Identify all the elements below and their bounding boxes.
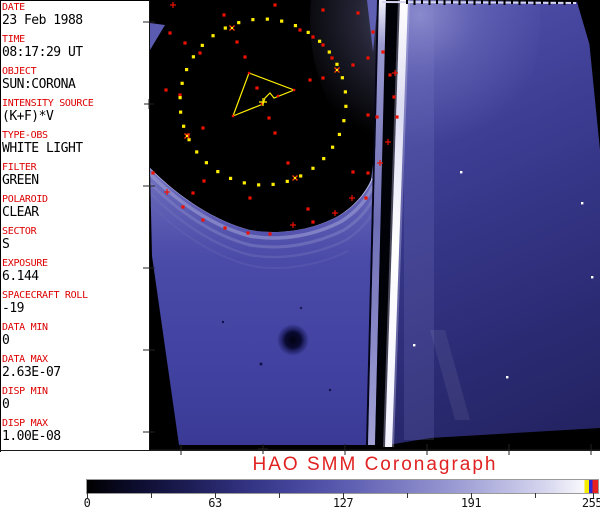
meta-item: DATA MIN 0 [2, 322, 148, 348]
meta-label: INTENSITY SOURCE [2, 98, 94, 109]
dust-blob [277, 324, 309, 356]
meta-item: DATA MAX 2.63E-07 [2, 354, 148, 380]
meta-item: DISP MAX 1.00E-08 [2, 418, 148, 444]
meta-value: CLEAR [2, 205, 39, 220]
meta-label: DATA MAX [2, 354, 48, 365]
image-title: HAO SMM Coronagraph [252, 454, 498, 475]
meta-item: POLAROID CLEAR [2, 194, 148, 220]
meta-label: TIME [2, 34, 25, 45]
meta-value: 6.144 [2, 269, 39, 284]
colorbar-label: 63 [208, 496, 222, 510]
colorbar-gradient [86, 479, 599, 494]
meta-label: TYPE-OBS [2, 130, 48, 141]
star [581, 202, 584, 205]
window-border-left [0, 0, 1, 452]
frame-top-edge [381, 1, 577, 4]
meta-label: DISP MAX [2, 418, 48, 429]
metadata-sidebar: DATE 23 Feb 1988 TIME 08:17:29 UT OBJECT SUN:… [2, 2, 148, 450]
meta-label: DATA MIN [2, 322, 48, 333]
meta-label: OBJECT [2, 66, 37, 77]
coronagraph-image [143, 0, 600, 455]
meta-item: DATE 23 Feb 1988 [2, 2, 148, 28]
meta-value: 08:17:29 UT [2, 45, 83, 60]
meta-label: DATE [2, 2, 25, 13]
window-border-top [0, 0, 150, 1]
star [413, 344, 416, 347]
meta-value: (K+F)*V [2, 109, 54, 124]
meta-item: OBJECT SUN:CORONA [2, 66, 148, 92]
colorbar-label: 191 [460, 496, 482, 510]
meta-value: S [2, 237, 10, 252]
star [591, 276, 594, 279]
colorbar-label: 0 [83, 496, 91, 510]
meta-item: SPACECRAFT ROLL -19 [2, 290, 148, 316]
meta-item: TYPE-OBS WHITE LIGHT [2, 130, 148, 156]
meta-label: POLAROID [2, 194, 48, 205]
meta-value: 23 Feb 1988 [2, 13, 83, 28]
star [460, 171, 463, 174]
colorbar-tick [407, 493, 408, 498]
meta-item: EXPOSURE 6.144 [2, 258, 148, 284]
meta-value: GREEN [2, 173, 39, 188]
meta-item: SECTOR S [2, 226, 148, 252]
colorbar-tick [535, 493, 536, 498]
meta-label: EXPOSURE [2, 258, 48, 269]
colorbar-label: 127 [332, 496, 354, 510]
colorbar-tick [279, 493, 280, 498]
meta-label: SECTOR [2, 226, 37, 237]
meta-label: FILTER [2, 162, 37, 173]
meta-value: -19 [2, 301, 24, 316]
meta-item: TIME 08:17:29 UT [2, 34, 148, 60]
meta-value: SUN:CORONA [2, 77, 76, 92]
meta-value: 1.00E-08 [2, 429, 61, 444]
meta-value: 0 [2, 333, 10, 348]
star [506, 376, 509, 379]
meta-item: INTENSITY SOURCE (K+F)*V [2, 98, 148, 124]
colorbar-tick [151, 493, 152, 498]
meta-item: DISP MIN 0 [2, 386, 148, 412]
meta-item: FILTER GREEN [2, 162, 148, 188]
meta-value: 0 [2, 397, 10, 412]
meta-label: SPACECRAFT ROLL [2, 290, 88, 301]
meta-label: DISP MIN [2, 386, 48, 397]
meta-value: 2.63E-07 [2, 365, 61, 380]
smm-coronagraph-viewer: DATE 23 Feb 1988 TIME 08:17:29 UT OBJECT SUN:… [0, 0, 600, 512]
meta-value: WHITE LIGHT [2, 141, 83, 156]
colorbar-label: 255 [581, 496, 600, 510]
